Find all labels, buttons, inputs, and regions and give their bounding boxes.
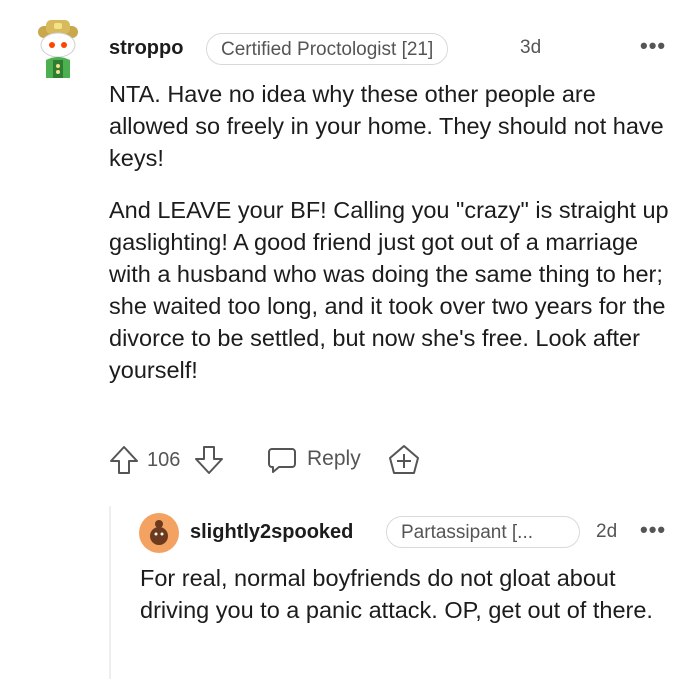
reply-body: For real, normal boyfriends do not gloat…	[140, 565, 653, 623]
comment-body: NTA. Have no idea why these other people…	[109, 78, 679, 386]
comment-age: 3d	[520, 37, 542, 58]
reply-label: Reply	[307, 447, 361, 470]
vote-count: 106	[147, 449, 181, 471]
upvote-icon[interactable]	[108, 444, 140, 476]
comment-paragraph: And LEAVE your BF! Calling you "crazy" i…	[109, 197, 669, 383]
comment-paragraph: NTA. Have no idea why these other people…	[109, 81, 664, 171]
username[interactable]: stroppo	[109, 37, 183, 60]
reply-more-options-icon[interactable]: •••	[640, 517, 666, 543]
reply-icon	[266, 444, 298, 476]
thread-line[interactable]	[109, 506, 111, 679]
reply-avatar[interactable]	[139, 513, 179, 553]
user-flair: Certified Proctologist [21]	[206, 33, 449, 65]
reply-username[interactable]: slightly2spooked	[190, 521, 353, 544]
reply-age: 2d	[596, 521, 618, 542]
award-icon[interactable]	[387, 444, 421, 476]
downvote-icon[interactable]	[193, 444, 225, 476]
reply-user-flair: Partassipant [...	[386, 516, 580, 548]
more-options-icon[interactable]: •••	[640, 33, 666, 59]
avatar[interactable]	[36, 20, 80, 80]
reply-button[interactable]: Reply	[266, 442, 376, 478]
